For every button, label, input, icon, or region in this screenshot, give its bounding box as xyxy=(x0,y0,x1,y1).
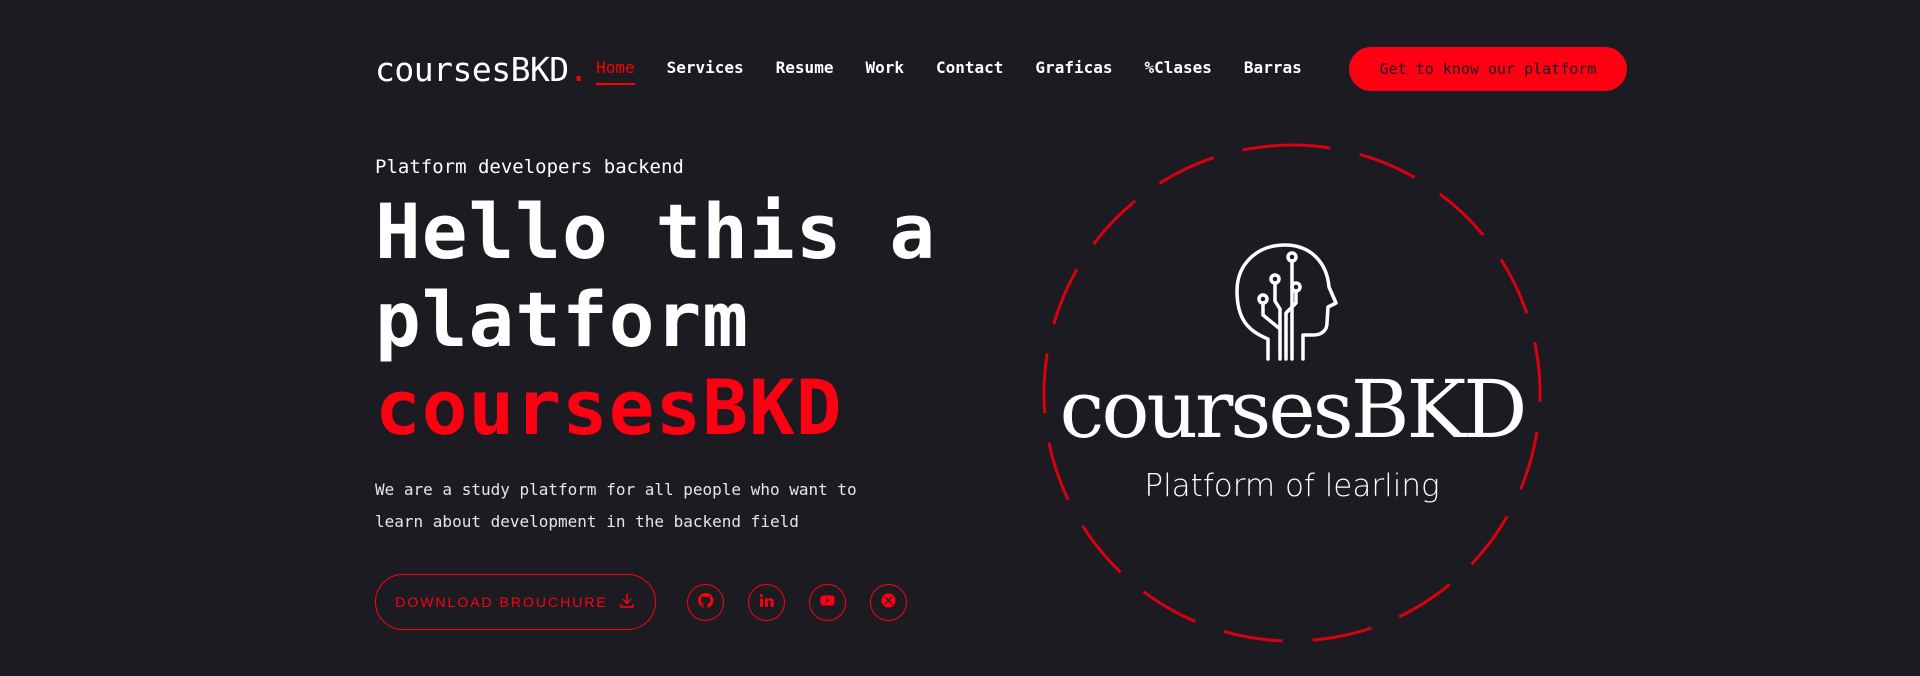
logo-text: coursesBKD xyxy=(375,49,569,89)
platform-badge: coursesBKD Platform of learling xyxy=(1040,141,1544,645)
xbox-icon xyxy=(880,592,897,613)
nav-item-graficas[interactable]: Graficas xyxy=(1035,58,1112,81)
social-links xyxy=(687,584,907,621)
nav-item-barras[interactable]: Barras xyxy=(1244,58,1302,81)
youtube-icon xyxy=(819,592,836,613)
headline-line-1: Hello this a xyxy=(375,187,937,276)
youtube-link[interactable] xyxy=(809,584,846,621)
hero-headline: Hello this a platform coursesBKD xyxy=(375,188,936,452)
headline-brand: coursesBKD xyxy=(375,363,843,452)
nav-item-services[interactable]: Services xyxy=(667,58,744,81)
headline-line-2: platform xyxy=(375,275,750,364)
brain-circuit-icon xyxy=(1235,243,1338,361)
xbox-link[interactable] xyxy=(870,584,907,621)
linkedin-link[interactable] xyxy=(748,584,785,621)
github-icon xyxy=(697,592,714,613)
download-icon xyxy=(618,592,636,613)
badge-title: coursesBKD xyxy=(1059,363,1528,456)
download-brochure-label: DOWNLOAD BROUCHURE xyxy=(395,594,608,610)
github-link[interactable] xyxy=(687,584,724,621)
nav-item-contact[interactable]: Contact xyxy=(936,58,1003,81)
hero-description: We are a study platform for all people w… xyxy=(375,480,857,531)
page: coursesBKD. Home Services Resume Work Co… xyxy=(0,0,1920,676)
badge-subtitle: Platform of learling xyxy=(1144,468,1440,504)
nav-item-clases[interactable]: %Clases xyxy=(1144,58,1211,81)
nav-item-work[interactable]: Work xyxy=(865,58,904,81)
main-nav: Home Services Resume Work Contact Grafic… xyxy=(596,58,1334,85)
nav-item-home[interactable]: Home xyxy=(596,58,635,85)
nav-item-resume[interactable]: Resume xyxy=(776,58,834,81)
get-to-know-platform-button[interactable]: Get to know our platform xyxy=(1349,47,1627,91)
download-brochure-button[interactable]: DOWNLOAD BROUCHURE xyxy=(375,574,656,630)
site-header: coursesBKD. Home Services Resume Work Co… xyxy=(375,47,1627,91)
hero-subtitle: Platform developers backend xyxy=(375,156,684,178)
logo-dot: . xyxy=(568,49,589,89)
site-logo[interactable]: coursesBKD. xyxy=(375,49,589,89)
linkedin-icon xyxy=(758,592,775,613)
